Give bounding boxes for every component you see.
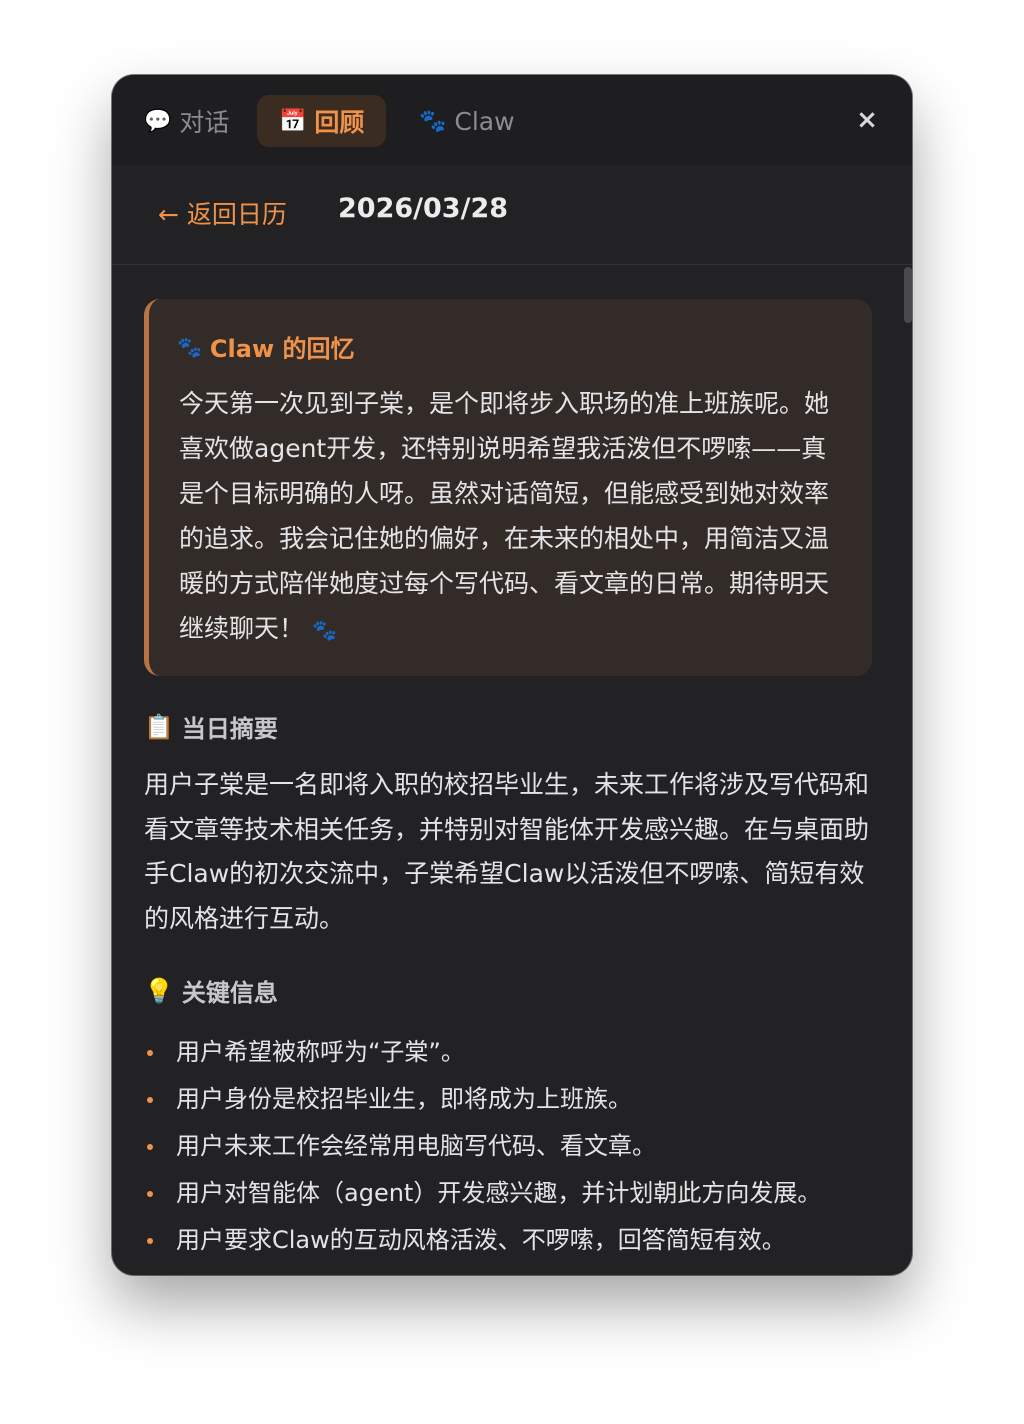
- bullet-icon: [147, 1238, 153, 1244]
- bullet-icon: [147, 1144, 153, 1150]
- paw-icon: 🐾: [419, 108, 447, 134]
- tab-claw[interactable]: 🐾 Claw: [397, 95, 537, 147]
- tab-review[interactable]: 📅 回顾: [257, 95, 387, 147]
- list-item-text: 用户希望被称呼为“子棠”。: [176, 1038, 465, 1066]
- paw-icon: 🐾: [311, 618, 337, 642]
- scrollbar-thumb[interactable]: [904, 267, 912, 323]
- list-item: 用户对智能体（agent）开发感兴趣，并计划朝此方向发展。: [144, 1170, 884, 1217]
- summary-title-text: 当日摘要: [181, 715, 278, 743]
- memory-body-text: 今天第一次见到子棠，是个即将步入职场的准上班族呢。她喜欢做agent开发，还特别…: [179, 389, 830, 643]
- list-item-text: 用户对智能体（agent）开发感兴趣，并计划朝此方向发展。: [176, 1179, 822, 1207]
- review-header: ← 返回日历 2026/03/28: [112, 165, 912, 265]
- close-button[interactable]: ×: [850, 103, 884, 137]
- summary-title: 📋 当日摘要: [144, 709, 278, 744]
- review-date: 2026/03/28: [338, 193, 509, 224]
- list-item-text: 用户未来工作会经常用电脑写代码、看文章。: [176, 1132, 656, 1160]
- tab-claw-label: Claw: [454, 106, 515, 136]
- memory-title-text: Claw 的回忆: [209, 335, 355, 363]
- paw-icon: 🐾: [177, 334, 202, 359]
- list-item: 用户要求Claw的互动风格活泼、不啰嗦，回答简短有效。: [144, 1217, 884, 1264]
- memory-title: 🐾 Claw 的回忆: [177, 329, 354, 364]
- clipboard-icon: 📋: [144, 712, 174, 741]
- memory-text: 今天第一次见到子棠，是个即将步入职场的准上班族呢。她喜欢做agent开发，还特别…: [179, 381, 851, 653]
- list-item-text: 用户要求Claw的互动风格活泼、不啰嗦，回答简短有效。: [176, 1226, 786, 1254]
- tab-chat[interactable]: 💬 对话: [122, 95, 251, 147]
- tab-review-label: 回顾: [314, 108, 365, 137]
- tab-chat-label: 对话: [179, 108, 230, 137]
- list-item: 用户身份是校招毕业生，即将成为上班族。: [144, 1076, 884, 1123]
- close-icon: ×: [856, 105, 878, 135]
- bullet-icon: [147, 1191, 153, 1197]
- bullet-icon: [147, 1097, 153, 1103]
- summary-text: 用户子棠是一名即将入职的校招毕业生，未来工作将涉及写代码和看文章等技术相关任务，…: [144, 770, 870, 933]
- key-info-list: 用户希望被称呼为“子棠”。 用户身份是校招毕业生，即将成为上班族。 用户未来工作…: [144, 1029, 884, 1264]
- tab-bar: 💬 对话 📅 回顾 🐾 Claw ×: [112, 75, 912, 165]
- key-info-title: 💡 关键信息: [144, 973, 278, 1008]
- back-to-calendar-button[interactable]: ← 返回日历: [158, 195, 287, 231]
- lightbulb-icon: 💡: [144, 976, 174, 1005]
- list-item: 用户希望被称呼为“子棠”。: [144, 1029, 884, 1076]
- claw-memory-card: 🐾 Claw 的回忆 今天第一次见到子棠，是个即将步入职场的准上班族呢。她喜欢做…: [144, 299, 872, 676]
- bullet-icon: [147, 1050, 153, 1056]
- calendar-icon: 📅: [279, 108, 307, 134]
- list-item: 用户未来工作会经常用电脑写代码、看文章。: [144, 1123, 884, 1170]
- speech-bubble-icon: 💬: [144, 108, 172, 134]
- review-window: 💬 对话 📅 回顾 🐾 Claw × ← 返回日历 2026/03/28 🐾 C…: [112, 75, 912, 1275]
- list-item-text: 用户身份是校招毕业生，即将成为上班族。: [176, 1085, 632, 1113]
- key-info-title-text: 关键信息: [181, 979, 278, 1007]
